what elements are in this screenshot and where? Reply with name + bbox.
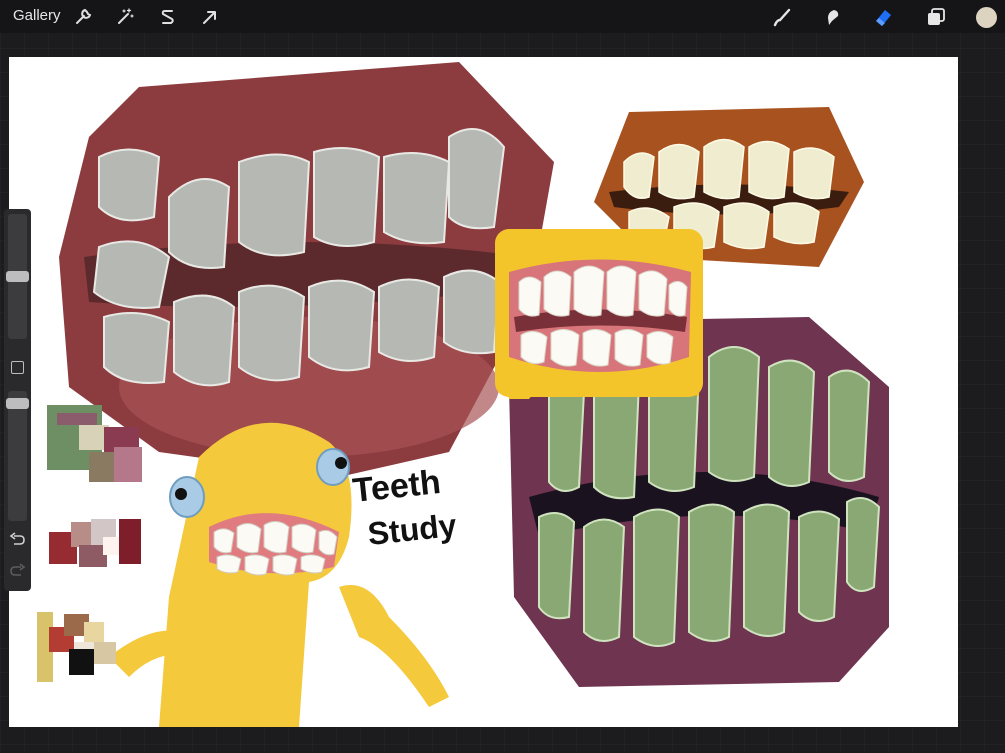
opacity-slider[interactable] [8,391,27,521]
layers-icon[interactable] [925,6,947,28]
handwritten-title: Teeth Study [351,463,458,552]
artwork: Teeth Study [37,62,889,727]
modify-button[interactable] [11,361,24,374]
reference-photo [495,229,703,399]
magic-wand-icon[interactable] [114,6,136,28]
smudge-icon[interactable] [821,6,843,28]
top-toolbar: Gallery [0,0,1005,33]
undo-icon[interactable] [8,531,27,547]
gallery-button[interactable]: Gallery [13,7,61,24]
brush-size-thumb[interactable] [6,271,29,282]
color-swatch[interactable] [975,6,998,29]
svg-text:Study: Study [366,507,458,552]
large-mouth-study [59,62,554,477]
wrench-icon[interactable] [72,6,94,28]
opacity-thumb[interactable] [6,398,29,409]
eraser-icon[interactable] [872,6,894,28]
svg-text:Teeth: Teeth [351,463,443,510]
color-palette-swatches [37,405,142,682]
transform-arrow-icon[interactable] [199,6,221,28]
selection-s-icon[interactable] [157,6,179,28]
redo-icon[interactable] [8,562,27,578]
brush-icon[interactable] [771,6,793,28]
brush-sidebar [4,209,31,591]
drawing-canvas[interactable]: Teeth Study [9,57,958,727]
